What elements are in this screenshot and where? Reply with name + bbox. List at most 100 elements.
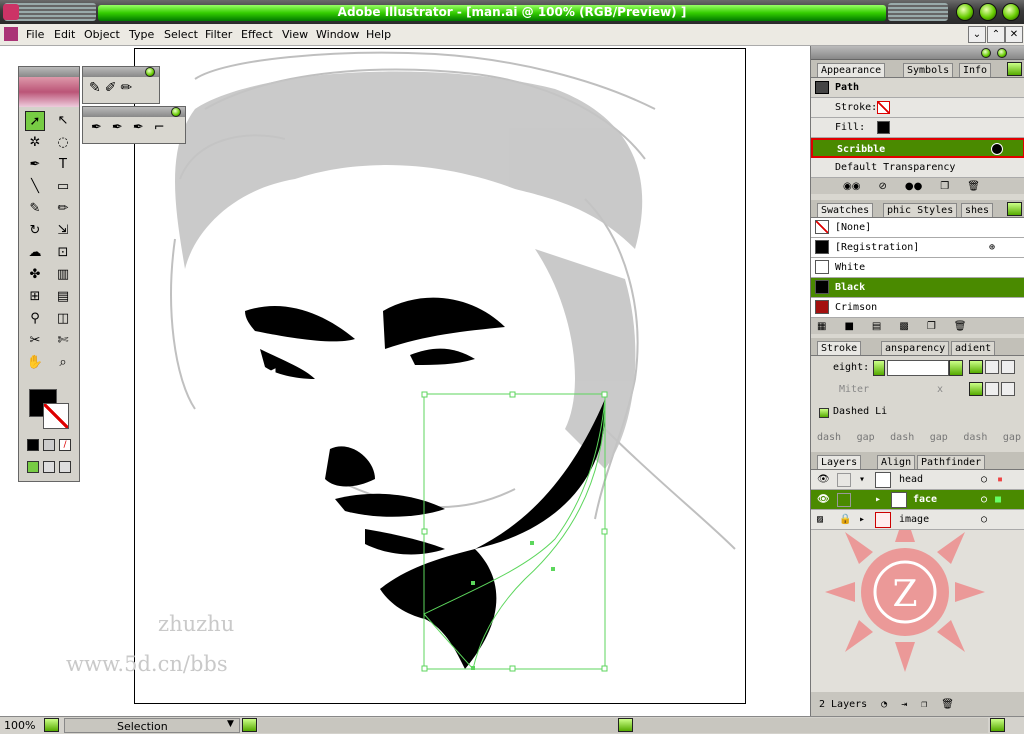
gradient-mode-icon[interactable] [43,439,55,451]
flyout-close-button[interactable] [145,67,155,77]
full-screen-menu-icon[interactable] [43,461,55,473]
tab-transparency[interactable]: ansparency [881,341,950,355]
swatch-crimson[interactable]: Crimson [811,298,1024,318]
artboard[interactable] [134,48,746,704]
mdi-restore-button[interactable]: ⌄ [968,26,986,43]
tab-appearance[interactable]: Appearance [817,63,886,77]
show-pattern-swatches-icon[interactable]: ▩ [899,321,908,332]
graph-tool-icon[interactable]: ▥ [53,265,73,285]
duplicate-item-icon[interactable]: ❐ [940,181,949,192]
free-transform-tool-icon[interactable]: ⊡ [53,243,73,263]
fill-row[interactable]: Fill: [811,118,1024,138]
projecting-cap-icon[interactable] [1001,360,1015,374]
convert-anchor-icon[interactable]: ⌐ [154,120,165,135]
transparency-row[interactable]: Default Transparency [811,158,1024,178]
type-tool-icon[interactable]: T [53,155,73,175]
weight-stepper[interactable] [873,360,885,376]
close-button[interactable] [1002,3,1020,21]
selection-tool-icon[interactable]: ➚ [25,111,45,131]
show-all-swatches-icon[interactable]: ▦ [817,321,826,332]
tab-swatches[interactable]: Swatches [817,203,874,217]
zoom-dropdown[interactable] [44,718,59,732]
gradient-tool-icon[interactable]: ▤ [53,287,73,307]
appearance-minimize-button[interactable] [981,48,991,58]
maximize-button[interactable] [979,3,997,21]
app-icon[interactable] [3,4,19,20]
tab-align[interactable]: Align [877,455,916,469]
delete-layer-icon[interactable]: 🗑 [941,699,954,710]
visibility-eye-icon[interactable]: 👁 [817,470,830,489]
dashed-line-checkbox[interactable] [819,408,829,418]
mdi-max-button[interactable]: ⌃ [987,26,1005,43]
expand-arrow-icon[interactable]: ▾ [859,470,865,489]
blend-tool-icon[interactable]: ◫ [53,309,73,329]
visibility-eye-icon[interactable]: 👁 [817,490,830,509]
zoom-tool-icon[interactable]: ⌕ [53,353,73,373]
clear-appearance-icon[interactable]: ●● [905,181,922,192]
eyedropper-tool-icon[interactable]: ⚲ [25,309,45,329]
pen-flyout-close-button[interactable] [171,107,181,117]
mesh-tool-icon[interactable]: ⊞ [25,287,45,307]
stroke-color-box[interactable] [43,403,69,429]
menu-window[interactable]: Window [316,28,359,41]
menu-view[interactable]: View [282,28,308,41]
delete-anchor-icon[interactable]: ✒ [133,120,144,135]
menu-type[interactable]: Type [129,28,154,41]
menu-help[interactable]: Help [366,28,391,41]
target-icon[interactable]: ○ [981,510,987,529]
round-cap-icon[interactable] [985,360,999,374]
hand-tool-icon[interactable]: ✋ [25,353,45,373]
add-anchor-icon[interactable]: ✒ [112,120,123,135]
weight-input[interactable] [887,360,949,376]
swatch-black[interactable]: Black [811,278,1024,298]
new-swatch-icon[interactable]: ❐ [927,321,936,332]
paintbrush-tool-icon[interactable]: ✎ [25,199,45,219]
scissors-tool-icon[interactable]: ✄ [53,331,73,351]
document-icon[interactable] [4,27,18,41]
swatch-white[interactable]: White [811,258,1024,278]
miter-join-icon[interactable] [969,382,983,396]
tab-pathfinder[interactable]: Pathfinder [917,455,986,469]
new-layer-icon[interactable]: ❐ [921,699,927,710]
tab-gradient[interactable]: adient [951,341,996,355]
appearance-object-row[interactable]: Path [811,78,1024,98]
swatches-menu-button[interactable] [1007,202,1022,216]
delete-swatch-icon[interactable]: 🗑 [954,321,967,332]
pen-icon[interactable]: ✒ [91,120,102,135]
scale-tool-icon[interactable]: ⇲ [53,221,73,241]
bevel-join-icon[interactable] [1001,382,1015,396]
butt-cap-icon[interactable] [969,360,983,374]
menu-effect[interactable]: Effect [241,28,273,41]
lock-toggle[interactable] [837,473,851,487]
magic-wand-tool-icon[interactable]: ✲ [25,133,45,153]
new-sublayer-icon[interactable]: ⇥ [901,699,907,710]
chevron-down-icon[interactable]: ▼ [227,719,234,729]
target-icon[interactable]: ○ [981,490,987,509]
smooth-icon[interactable]: ✐ [105,80,117,96]
scribble-effect-row[interactable]: Scribble [811,138,1024,158]
tab-brushes[interactable]: shes [961,203,994,217]
round-join-icon[interactable] [985,382,999,396]
lasso-tool-icon[interactable]: ◌ [53,133,73,153]
template-icon[interactable]: ▨ [817,510,823,529]
slice-tool-icon[interactable]: ✂ [25,331,45,351]
pencil-tool-icon[interactable]: ✏ [53,199,73,219]
swatch-none[interactable]: [None] [811,218,1024,238]
swatch-registration[interactable]: [Registration] ⊕ [811,238,1024,258]
layer-row-image[interactable]: ▨ 🔒 ▸ image ○ [811,510,1024,530]
target-icon[interactable]: ○ [981,470,987,489]
pen-tool-icon[interactable]: ✒ [25,155,45,175]
stroke-row[interactable]: Stroke: [811,98,1024,118]
menu-select[interactable]: Select [164,28,198,41]
reduce-basic-icon[interactable]: ⊘ [878,181,886,192]
warp-tool-icon[interactable]: ☁ [25,243,45,263]
appearance-menu-button[interactable] [1007,62,1022,76]
show-gradient-swatches-icon[interactable]: ▤ [872,321,881,332]
line-tool-icon[interactable]: ╲ [25,177,45,197]
erase-icon[interactable]: ✏ [120,80,132,96]
full-screen-icon[interactable] [59,461,71,473]
standard-screen-icon[interactable] [27,461,39,473]
tab-info[interactable]: Info [959,63,992,77]
mdi-close-button[interactable]: ✕ [1005,26,1023,43]
show-color-swatches-icon[interactable]: ■ [844,321,853,332]
